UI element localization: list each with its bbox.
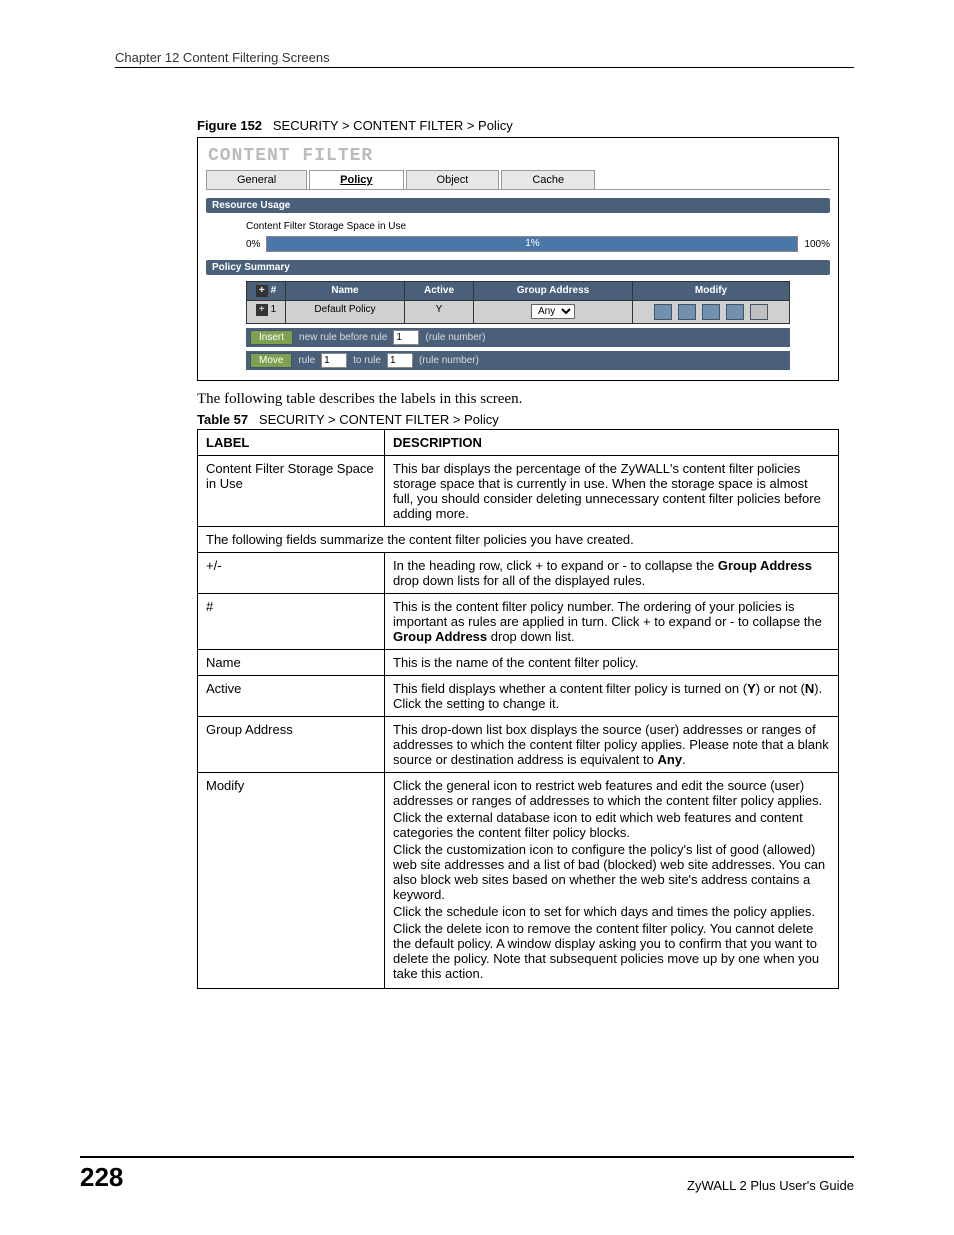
table-number: Table 57 [197,412,248,427]
tabs-row: General Policy Object Cache [206,170,830,190]
resource-usage-bar: Resource Usage [206,198,830,213]
label-cell: Group Address [198,717,385,773]
th-label: LABEL [198,430,385,456]
col-modify: Modify [633,282,789,300]
insert-hint: (rule number) [425,332,485,343]
description-cell: In the heading row, click + to expand or… [385,553,839,594]
th-description: DESCRIPTION [385,430,839,456]
col-active: Active [405,282,474,300]
col-name: Name [286,282,405,300]
description-table: LABEL DESCRIPTION Content Filter Storage… [197,429,839,989]
table-row: NameThis is the name of the content filt… [198,650,839,676]
page-number: 228 [80,1162,123,1193]
customization-icon[interactable] [702,304,720,320]
policy-row: + 1 Default Policy Y Any [246,301,790,324]
description-cell: This is the content filter policy number… [385,594,839,650]
external-db-icon[interactable] [678,304,696,320]
general-icon[interactable] [654,304,672,320]
expand-row-button[interactable]: + [256,304,268,316]
usage-percent-left: 0% [246,239,260,250]
label-cell: +/- [198,553,385,594]
row-number: 1 [271,304,277,315]
insert-text: new rule before rule [299,332,387,343]
expand-all-button[interactable]: + [256,285,268,297]
table-row: Group AddressThis drop-down list box dis… [198,717,839,773]
usage-progress-bar: 1% [266,236,798,252]
screenshot-content-filter: CONTENT FILTER General Policy Object Cac… [197,137,839,381]
col-number: # [271,285,277,296]
table-row: #This is the content filter policy numbe… [198,594,839,650]
description-cell: This is the name of the content filter p… [385,650,839,676]
page-footer: 228 ZyWALL 2 Plus User's Guide [80,1156,854,1193]
table-path: SECURITY > CONTENT FILTER > Policy [259,412,499,427]
policy-summary-bar: Policy Summary [206,260,830,275]
table-span-cell: The following fields summarize the conte… [198,527,839,553]
move-rule-to-input[interactable] [387,353,413,368]
figure-caption: Figure 152 SECURITY > CONTENT FILTER > P… [197,118,854,133]
table-row: Content Filter Storage Space in UseThis … [198,456,839,527]
move-rule-from-input[interactable] [321,353,347,368]
chapter-header: Chapter 12 Content Filtering Screens [115,50,854,68]
content-filter-title: CONTENT FILTER [208,146,830,166]
table-row: +/-In the heading row, click + to expand… [198,553,839,594]
intro-text: The following table describes the labels… [197,391,854,408]
usage-percent-right: 100% [804,239,830,250]
col-group-address: Group Address [474,282,633,300]
label-cell: Name [198,650,385,676]
label-cell: # [198,594,385,650]
delete-icon[interactable] [750,304,768,320]
table-caption: Table 57 SECURITY > CONTENT FILTER > Pol… [197,412,854,427]
row-name: Default Policy [286,301,405,323]
move-row: Move rule to rule (rule number) [246,351,790,370]
table-row: ModifyClick the general icon to restrict… [198,773,839,989]
tab-cache[interactable]: Cache [501,170,595,189]
insert-row: Insert new rule before rule (rule number… [246,328,790,347]
tab-general[interactable]: General [206,170,307,189]
figure-path: SECURITY > CONTENT FILTER > Policy [273,118,513,133]
guide-name: ZyWALL 2 Plus User's Guide [687,1178,854,1193]
table-row: The following fields summarize the conte… [198,527,839,553]
schedule-icon[interactable] [726,304,744,320]
insert-rule-input[interactable] [393,330,419,345]
table-row: ActiveThis field displays whether a cont… [198,676,839,717]
group-address-select[interactable]: Any [531,304,575,319]
usage-label: Content Filter Storage Space in Use [246,221,830,232]
description-cell: This drop-down list box displays the sou… [385,717,839,773]
move-hint: (rule number) [419,355,479,366]
description-cell: This field displays whether a content fi… [385,676,839,717]
label-cell: Modify [198,773,385,989]
description-cell: This bar displays the percentage of the … [385,456,839,527]
insert-button[interactable]: Insert [250,330,293,345]
tab-object[interactable]: Object [406,170,500,189]
description-cell: Click the general icon to restrict web f… [385,773,839,989]
label-cell: Content Filter Storage Space in Use [198,456,385,527]
move-text1: rule [298,355,315,366]
row-active-toggle[interactable]: Y [405,301,474,323]
move-button[interactable]: Move [250,353,292,368]
figure-number: Figure 152 [197,118,262,133]
label-cell: Active [198,676,385,717]
tab-policy[interactable]: Policy [309,170,403,189]
move-text2: to rule [353,355,381,366]
